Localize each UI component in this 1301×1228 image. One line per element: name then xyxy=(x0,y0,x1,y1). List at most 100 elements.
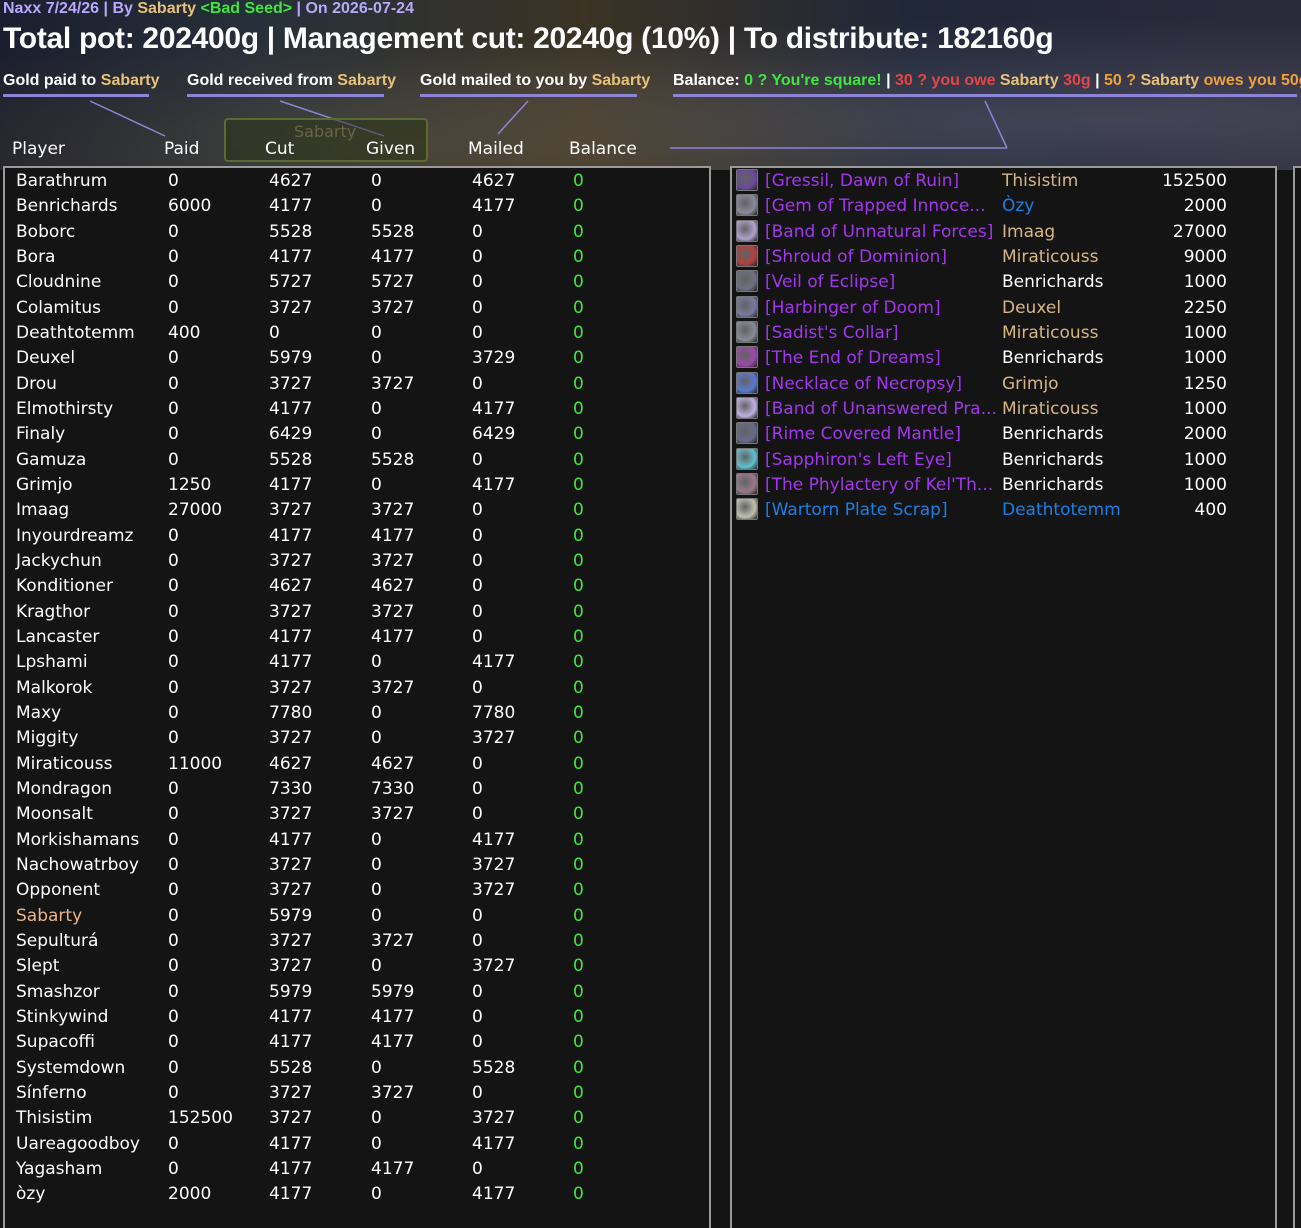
item-link[interactable]: [Sapphiron's Left Eye] xyxy=(765,448,952,473)
table-row[interactable]: Slept 0 3727 0 3727 0 xyxy=(0,954,700,979)
col-balance-header: Balance xyxy=(569,139,637,159)
paid-cell: 0 xyxy=(168,829,179,850)
table-row[interactable]: Morkishamans 0 4177 0 4177 0 xyxy=(0,828,700,853)
mailed-cell: 4177 xyxy=(472,1184,516,1205)
table-row[interactable]: Kragthor 0 3727 3727 0 0 xyxy=(0,600,700,625)
sword-icon xyxy=(736,169,758,191)
player-name: òzy xyxy=(16,1184,46,1205)
mailed-cell: 0 xyxy=(472,753,483,774)
winner-name: Benrichards xyxy=(1002,348,1104,369)
table-row[interactable]: Moonsalt 0 3727 3727 0 0 xyxy=(0,802,700,827)
given-cell: 0 xyxy=(371,854,382,875)
loot-row[interactable]: [Necklace of Necropsy] Grimjo 1250 xyxy=(0,371,1260,397)
balance-cell: 0 xyxy=(573,1108,584,1129)
item-link[interactable]: [Wartorn Plate Scrap] xyxy=(765,498,948,523)
cut-cell: 3727 xyxy=(269,854,313,875)
mailed-cell: 3727 xyxy=(472,1108,516,1129)
loot-row[interactable]: [Sadist's Collar] Miraticouss 1000 xyxy=(0,320,1260,346)
paid-cell: 0 xyxy=(168,1006,179,1027)
item-link[interactable]: [Band of Unanswered Pra... xyxy=(765,397,997,422)
mailed-cell: 0 xyxy=(472,804,483,825)
winner-name: Òzy xyxy=(1002,196,1035,217)
loot-row[interactable]: [Wartorn Plate Scrap] Deathtotemm 400 xyxy=(0,498,1260,523)
player-name: Opponent xyxy=(16,880,101,901)
balance-cell: 0 xyxy=(573,880,584,901)
paid-cell: 0 xyxy=(168,1133,179,1154)
loot-row[interactable]: [Band of Unanswered Pra... Miraticouss 100… xyxy=(0,396,1260,422)
loot-row[interactable]: [Harbinger of Doom] Deuxel 2250 xyxy=(0,295,1260,321)
table-row[interactable]: Lancaster 0 4177 4177 0 0 xyxy=(0,625,700,650)
loot-row[interactable]: [Band of Unnatural Forces] Imaag 27000 xyxy=(0,219,1260,245)
item-link[interactable]: [Gem of Trapped Innoce... xyxy=(765,194,986,219)
mailed-cell: 4177 xyxy=(472,1133,516,1154)
balance-cell: 0 xyxy=(573,702,584,723)
table-row[interactable]: Smashzor 0 5979 5979 0 0 xyxy=(0,980,700,1005)
player-name: Sepulturá xyxy=(16,930,99,951)
given-cell: 0 xyxy=(371,1133,382,1154)
col-mailed-header: Mailed xyxy=(468,139,524,159)
given-cell: 3727 xyxy=(371,804,415,825)
paid-cell: 11000 xyxy=(168,753,223,774)
table-row[interactable]: Uareagoodboy 0 4177 0 4177 0 xyxy=(0,1132,700,1157)
table-row[interactable]: Sínferno 0 3727 3727 0 0 xyxy=(0,1081,700,1106)
table-row[interactable]: Nachowatrboy 0 3727 0 3727 0 xyxy=(0,853,700,878)
cloak-icon xyxy=(736,244,758,267)
loot-row[interactable]: [Shroud of Dominion] Miraticouss 9000 xyxy=(0,244,1260,270)
given-cell: 3727 xyxy=(371,677,415,698)
table-row[interactable]: Konditioner 0 4627 4627 0 0 xyxy=(0,574,700,599)
table-row[interactable]: Supacoffi 0 4177 4177 0 0 xyxy=(0,1030,700,1055)
given-cell: 4627 xyxy=(371,753,415,774)
paid-cell: 0 xyxy=(168,1158,179,1179)
balance-cell: 0 xyxy=(573,677,584,698)
table-row[interactable]: Maxy 0 7780 0 7780 0 xyxy=(0,701,700,726)
loot-row[interactable]: [The Phylactery of Kel'Th... Benrichards 1… xyxy=(0,472,1260,498)
table-row[interactable]: òzy 2000 4177 0 4177 0 xyxy=(0,1182,700,1207)
balance-cell: 0 xyxy=(573,1032,584,1053)
loot-row[interactable]: [Gressil, Dawn of Ruin] Thisistim 152500 xyxy=(0,169,1260,194)
item-link[interactable]: [The Phylactery of Kel'Th... xyxy=(765,473,993,498)
table-row[interactable]: Systemdown 0 5528 0 5528 0 xyxy=(0,1056,700,1081)
table-row[interactable]: Miraticouss 11000 4627 4627 0 0 xyxy=(0,752,700,777)
paid-cell: 0 xyxy=(168,550,179,571)
loot-row[interactable]: [The End of Dreams] Benrichards 1000 xyxy=(0,346,1260,371)
table-row[interactable]: Sabarty 0 5979 0 0 0 xyxy=(0,904,700,929)
paid-cell: 0 xyxy=(168,601,179,622)
table-row[interactable]: Stinkywind 0 4177 4177 0 0 xyxy=(0,1005,700,1030)
item-link[interactable]: [Veil of Eclipse] xyxy=(765,270,895,295)
mailed-cell: 0 xyxy=(472,626,483,647)
table-row[interactable]: Miggity 0 3727 0 3727 0 xyxy=(0,726,700,751)
item-link[interactable]: [Harbinger of Doom] xyxy=(765,296,941,321)
table-row[interactable]: Sepulturá 0 3727 3727 0 0 xyxy=(0,929,700,954)
item-link[interactable]: [Gressil, Dawn of Ruin] xyxy=(765,169,959,194)
given-cell: 0 xyxy=(371,728,382,749)
table-row[interactable]: Malkorok 0 3727 3727 0 0 xyxy=(0,676,700,701)
player-name: Nachowatrboy xyxy=(16,854,139,875)
dagger-icon xyxy=(736,295,758,318)
table-row[interactable]: Yagasham 0 4177 4177 0 0 xyxy=(0,1157,700,1182)
staff-icon xyxy=(736,346,758,369)
col-player-header: Player xyxy=(12,139,65,159)
balance-cell: 0 xyxy=(573,1158,584,1179)
table-row[interactable]: Mondragon 0 7330 7330 0 0 xyxy=(0,777,700,802)
loot-row[interactable]: [Rime Covered Mantle] Benrichards 2000 xyxy=(0,422,1260,447)
table-row[interactable]: Opponent 0 3727 0 3727 0 xyxy=(0,878,700,903)
loot-row[interactable]: [Gem of Trapped Innoce... Òzy 2000 xyxy=(0,194,1260,219)
loot-row[interactable]: [Veil of Eclipse] Benrichards 1000 xyxy=(0,270,1260,295)
price-cell: 1000 xyxy=(1183,348,1227,369)
item-link[interactable]: [Band of Unnatural Forces] xyxy=(765,220,993,245)
item-link[interactable]: [Shroud of Dominion] xyxy=(765,245,947,270)
col-given-header: Given xyxy=(366,139,416,159)
cut-cell: 7780 xyxy=(269,702,313,723)
item-link[interactable]: [Rime Covered Mantle] xyxy=(765,422,961,447)
item-link[interactable]: [Necklace of Necropsy] xyxy=(765,372,962,397)
mailed-cell: 0 xyxy=(472,905,483,926)
table-row[interactable]: Inyourdreamz 0 4177 4177 0 0 xyxy=(0,524,700,549)
table-row[interactable]: Lpshami 0 4177 0 4177 0 xyxy=(0,650,700,675)
paid-cell: 0 xyxy=(168,981,179,1002)
loot-row[interactable]: [Sapphiron's Left Eye] Benrichards 1000 xyxy=(0,447,1260,473)
table-row[interactable]: Jackychun 0 3727 3727 0 0 xyxy=(0,549,700,574)
table-row[interactable]: Thisistim 152500 3727 0 3727 0 xyxy=(0,1106,700,1131)
item-link[interactable]: [The End of Dreams] xyxy=(765,346,941,371)
item-link[interactable]: [Sadist's Collar] xyxy=(765,321,899,346)
winner-name: Benrichards xyxy=(1002,474,1104,495)
